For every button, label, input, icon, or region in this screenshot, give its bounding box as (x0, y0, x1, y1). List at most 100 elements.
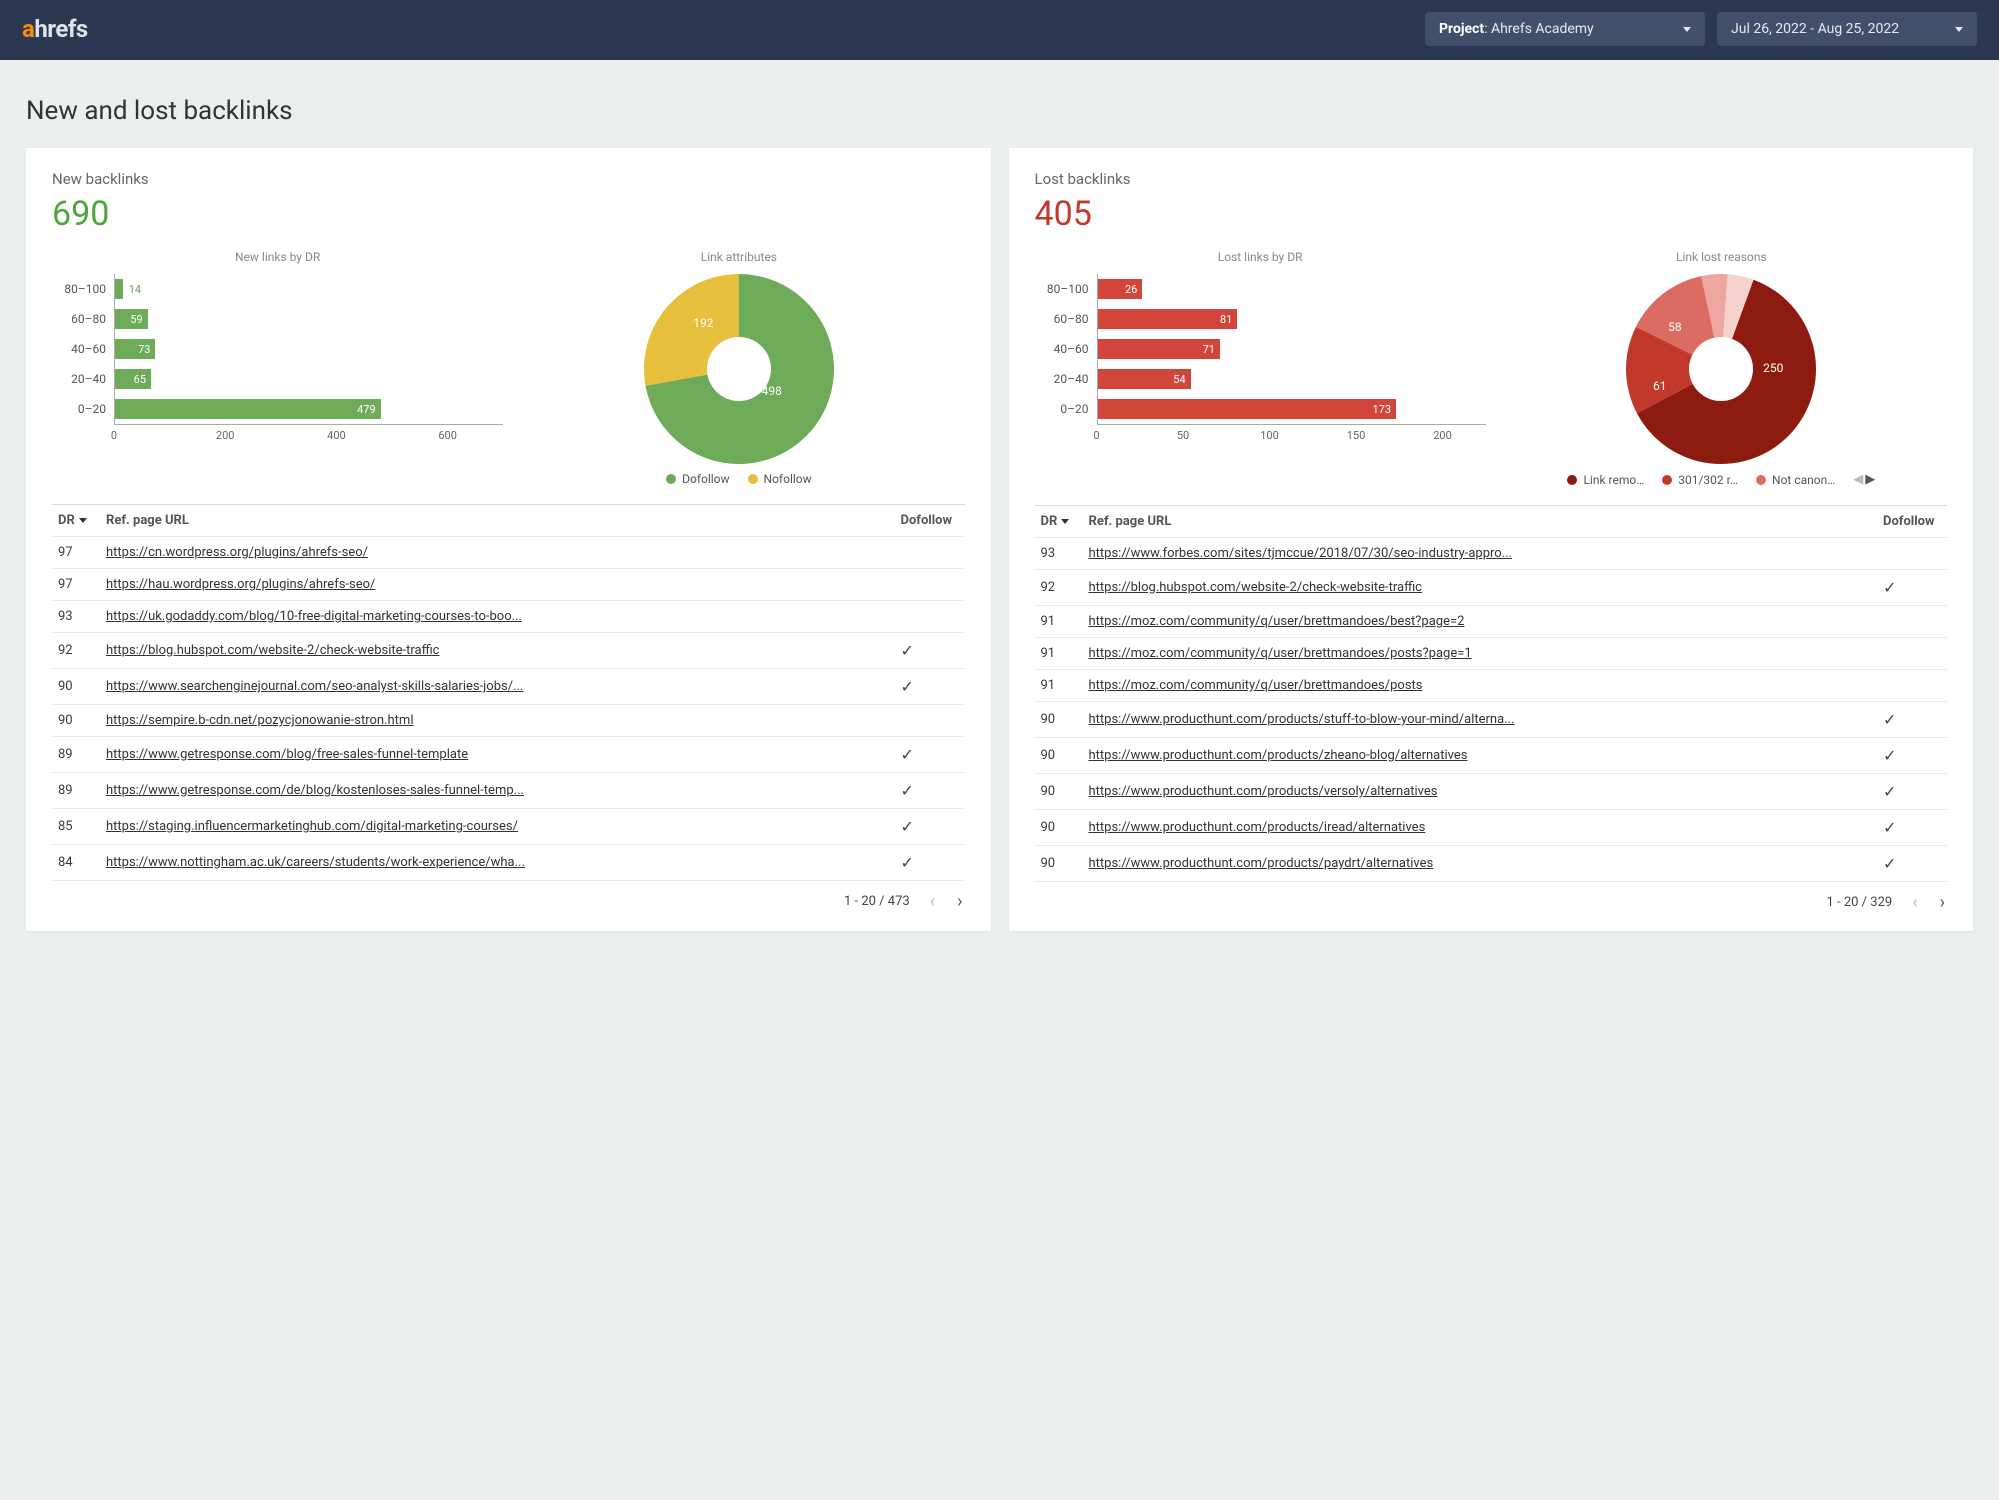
legend-item[interactable]: Not canon… (1756, 473, 1835, 487)
ref-page-link[interactable]: https://www.producthunt.com/products/stu… (1089, 712, 1515, 727)
col-url[interactable]: Ref. page URL (100, 505, 895, 537)
table-row: 93https://uk.godaddy.com/blog/10-free-di… (52, 601, 965, 633)
ref-page-link[interactable]: https://www.getresponse.com/de/blog/kost… (106, 783, 524, 798)
axis-tick: 600 (438, 429, 457, 442)
ref-page-link[interactable]: https://blog.hubspot.com/website-2/check… (106, 643, 439, 658)
legend-item[interactable]: Nofollow (748, 472, 812, 486)
cell-url: https://www.getresponse.com/blog/free-sa… (100, 737, 895, 773)
ref-page-link[interactable]: https://moz.com/community/q/user/brettma… (1089, 646, 1472, 661)
check-icon: ✓ (1883, 782, 1896, 801)
ref-page-link[interactable]: https://uk.godaddy.com/blog/10-free-digi… (106, 609, 522, 624)
col-dr[interactable]: DR (52, 505, 100, 537)
bar-row: 60–8059 (52, 304, 503, 334)
table-row: 85https://staging.influencermarketinghub… (52, 809, 965, 845)
ref-page-link[interactable]: https://www.searchenginejournal.com/seo-… (106, 679, 523, 694)
ref-page-link[interactable]: https://moz.com/community/q/user/brettma… (1089, 678, 1423, 693)
project-dropdown[interactable]: Project: Ahrefs Academy (1425, 12, 1705, 46)
col-url[interactable]: Ref. page URL (1083, 506, 1878, 538)
cell-dofollow: ✓ (1877, 774, 1947, 810)
cell-dr: 92 (52, 633, 100, 669)
col-dofollow[interactable]: Dofollow (895, 505, 965, 537)
ref-page-link[interactable]: https://www.producthunt.com/products/ver… (1089, 784, 1438, 799)
ref-page-link[interactable]: https://www.producthunt.com/products/zhe… (1089, 748, 1468, 763)
legend-swatch-icon (1662, 475, 1672, 485)
ref-page-link[interactable]: https://hau.wordpress.org/plugins/ahrefs… (106, 577, 375, 592)
lost-donut-legend: Link remo… 301/302 r… Not canon… ◀▶ (1567, 472, 1875, 487)
new-bar-title: New links by DR (52, 250, 503, 264)
new-bar-chart: 80–1001460–805940–607320–40650–20479 (52, 274, 503, 424)
pager-prev-icon[interactable]: ‹ (928, 891, 937, 912)
cell-url: https://cn.wordpress.org/plugins/ahrefs-… (100, 537, 895, 569)
ref-page-link[interactable]: https://www.nottingham.ac.uk/careers/stu… (106, 855, 525, 870)
cell-dofollow (1877, 606, 1947, 638)
table-row: 97https://hau.wordpress.org/plugins/ahre… (52, 569, 965, 601)
bar-label: 20–40 (1035, 372, 1097, 386)
ref-page-link[interactable]: https://cn.wordpress.org/plugins/ahrefs-… (106, 545, 368, 560)
bar-fill: 479 (115, 399, 381, 419)
table-row: 90https://sempire.b-cdn.net/pozycjonowan… (52, 705, 965, 737)
cell-dr: 90 (1035, 810, 1083, 846)
cell-dr: 90 (1035, 774, 1083, 810)
new-bar-axis: 0200400600 (114, 424, 503, 442)
legend-nav: ◀▶ (1853, 472, 1875, 487)
ref-page-link[interactable]: https://blog.hubspot.com/website-2/check… (1089, 580, 1422, 595)
cell-dofollow: ✓ (1877, 738, 1947, 774)
check-icon: ✓ (1883, 746, 1896, 765)
col-dofollow[interactable]: Dofollow (1877, 506, 1947, 538)
table-row: 90https://www.searchenginejournal.com/se… (52, 669, 965, 705)
daterange-value: Jul 26, 2022 - Aug 25, 2022 (1731, 21, 1899, 37)
table-row: 89 https://www.getresponse.com/blog/free-… (52, 737, 965, 773)
legend-item[interactable]: Dofollow (666, 472, 729, 486)
bar-row: 20–4065 (52, 364, 503, 394)
col-dr[interactable]: DR (1035, 506, 1083, 538)
cell-dr: 89 (52, 737, 100, 773)
table-row: 91https://moz.com/community/q/user/brett… (1035, 606, 1948, 638)
bar-label: 60–80 (1035, 312, 1097, 326)
pager-prev-icon[interactable]: ‹ (1910, 892, 1919, 913)
cell-url: https://www.producthunt.com/products/pay… (1083, 846, 1878, 882)
ref-page-link[interactable]: https://sempire.b-cdn.net/pozycjonowanie… (106, 713, 413, 728)
ref-page-link[interactable]: https://staging.influencermarketinghub.c… (106, 819, 518, 834)
pager-next-icon[interactable]: › (1938, 892, 1947, 913)
cell-dofollow: ✓ (895, 633, 965, 669)
lost-donut-chart: 2506158 (1626, 274, 1816, 464)
cell-dofollow (1877, 638, 1947, 670)
bar-label: 40–60 (1035, 342, 1097, 356)
donut-seg-label: 192 (693, 316, 713, 330)
cell-dr: 91 (1035, 638, 1083, 670)
daterange-dropdown[interactable]: Jul 26, 2022 - Aug 25, 2022 (1717, 12, 1977, 46)
lost-title: Lost backlinks (1035, 170, 1948, 188)
cell-dofollow: ✓ (1877, 846, 1947, 882)
pager-range: 1 - 20 / 473 (844, 894, 910, 909)
table-row: 91 https://moz.com/community/q/user/brett… (1035, 638, 1948, 670)
cell-dofollow: ✓ (895, 845, 965, 881)
pager-next-icon[interactable]: › (955, 891, 964, 912)
bar-row: 40–6073 (52, 334, 503, 364)
cell-dofollow: ✓ (895, 669, 965, 705)
bar-row: 60–8081 (1035, 304, 1486, 334)
cell-url: https://hau.wordpress.org/plugins/ahrefs… (100, 569, 895, 601)
legend-item[interactable]: 301/302 r… (1662, 473, 1738, 487)
cell-url: https://www.producthunt.com/products/ire… (1083, 810, 1878, 846)
cell-dofollow (895, 601, 965, 633)
legend-label: Not canon… (1772, 473, 1835, 487)
logo-a: a (22, 15, 34, 43)
cell-url: https://www.nottingham.ac.uk/careers/stu… (100, 845, 895, 881)
axis-tick: 150 (1347, 429, 1366, 442)
cell-dofollow: ✓ (895, 773, 965, 809)
cell-dofollow: ✓ (895, 809, 965, 845)
ref-page-link[interactable]: https://moz.com/community/q/user/brettma… (1089, 614, 1465, 629)
cell-url: https://www.searchenginejournal.com/seo-… (100, 669, 895, 705)
bar-row: 80–10026 (1035, 274, 1486, 304)
legend-prev-icon[interactable]: ◀ (1853, 472, 1863, 487)
ref-page-link[interactable]: https://www.forbes.com/sites/tjmccue/201… (1089, 546, 1512, 561)
cell-url: https://www.forbes.com/sites/tjmccue/201… (1083, 538, 1878, 570)
ref-page-link[interactable]: https://www.getresponse.com/blog/free-sa… (106, 747, 468, 762)
bar-fill: 54 (1098, 369, 1191, 389)
table-row: 90 https://www.producthunt.com/products/i… (1035, 810, 1948, 846)
donut-seg-label: 250 (1763, 361, 1783, 375)
legend-item[interactable]: Link remo… (1567, 473, 1644, 487)
ref-page-link[interactable]: https://www.producthunt.com/products/pay… (1089, 856, 1434, 871)
legend-next-icon[interactable]: ▶ (1865, 472, 1875, 487)
ref-page-link[interactable]: https://www.producthunt.com/products/ire… (1089, 820, 1426, 835)
